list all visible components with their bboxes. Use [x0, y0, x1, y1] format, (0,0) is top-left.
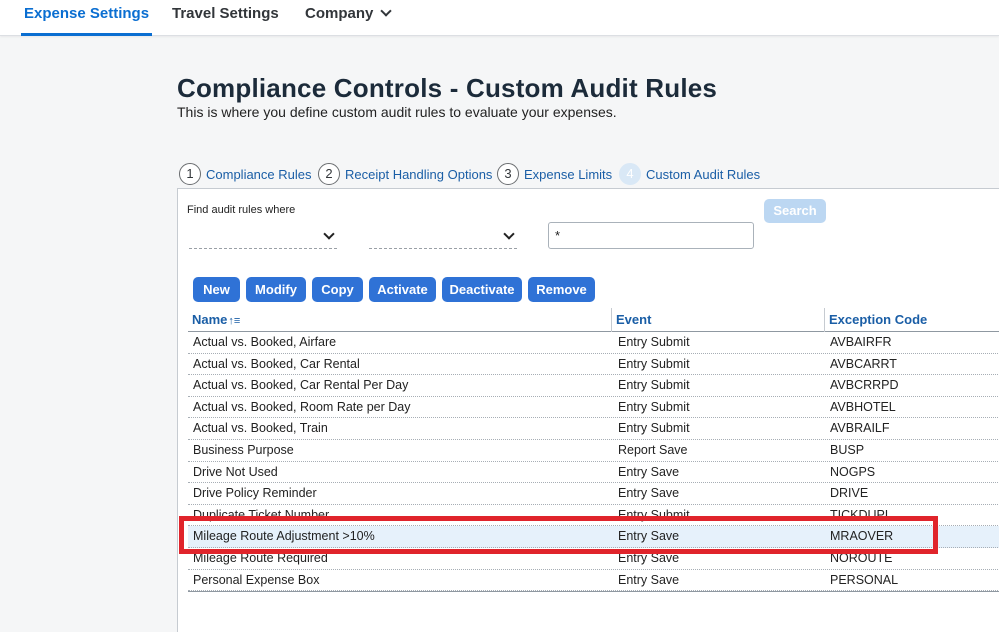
step-label: Expense Limits [524, 166, 613, 182]
cell-code: NOROUTE [830, 550, 893, 565]
cell-event: Entry Save [618, 572, 680, 587]
cell-event: Entry Submit [618, 378, 690, 393]
table-row[interactable]: Actual vs. Booked, Room Rate per Day Entr… [188, 397, 999, 419]
table-row[interactable]: Actual vs. Booked, Train Entry Submit AVBR… [188, 418, 999, 440]
chevron-down-icon [380, 5, 393, 17]
operator-select[interactable] [369, 225, 517, 249]
table-row[interactable]: Mileage Route Adjustment >10% Entry Save M… [188, 526, 999, 548]
cell-event: Entry Submit [618, 399, 690, 414]
cell-name: Actual vs. Booked, Airfare [193, 335, 337, 349]
step-compliance-rules[interactable]: 1 Compliance Rules [179, 163, 312, 185]
step-label: Compliance Rules [206, 166, 312, 182]
chevron-down-icon [503, 228, 515, 240]
cell-name: Actual vs. Booked, Room Rate per Day [193, 399, 411, 414]
cell-name: Mileage Route Adjustment >10% [193, 529, 375, 544]
cell-code: AVBAIRFR [830, 335, 892, 349]
cell-code: AVBHOTEL [830, 399, 896, 414]
table-row[interactable]: Actual vs. Booked, Car Rental Entry Submi… [188, 354, 999, 376]
column-header-name[interactable]: Name↑≡ [188, 308, 611, 332]
table-row[interactable]: Mileage Route Required Entry Save NOROUTE [188, 548, 999, 570]
table-row[interactable]: Drive Not Used Entry Save NOGPS [188, 462, 999, 484]
cell-name: Personal Expense Box [193, 572, 320, 587]
column-header-name-label: Name [192, 312, 228, 327]
cell-event: Entry Submit [618, 356, 690, 371]
page-subtitle: This is where you define custom audit ru… [177, 104, 617, 120]
page-title: Compliance Controls - Custom Audit Rules [177, 73, 718, 103]
cell-code: AVBRAILF [830, 421, 890, 436]
field-select[interactable] [189, 225, 337, 249]
cell-code: MRAOVER [830, 529, 894, 544]
copy-button[interactable]: Copy [312, 277, 363, 302]
find-rules-label: Find audit rules where [187, 204, 296, 216]
cell-name: Drive Policy Reminder [193, 486, 317, 501]
table-row[interactable]: Personal Expense Box Entry Save PERSONAL [188, 570, 999, 592]
step-number-current: 4 [619, 163, 641, 185]
cell-name: Business Purpose [193, 442, 294, 457]
cell-code: TICKDUPL [830, 507, 892, 522]
cell-event: Entry Submit [618, 507, 690, 522]
column-header-event[interactable]: Event [611, 308, 824, 332]
step-label: Receipt Handling Options [345, 166, 493, 182]
cell-name: Actual vs. Booked, Car Rental Per Day [193, 378, 409, 393]
cell-event: Entry Save [618, 486, 680, 501]
tab-travel-settings[interactable]: Travel Settings [172, 0, 279, 36]
cell-code: PERSONAL [830, 572, 899, 587]
activate-button[interactable]: Activate [369, 277, 436, 302]
step-number: 2 [318, 163, 340, 185]
step-label: Custom Audit Rules [646, 166, 761, 182]
chevron-down-icon [323, 228, 335, 240]
deactivate-button[interactable]: Deactivate [442, 277, 522, 302]
cell-event: Entry Save [618, 550, 680, 565]
tab-company-label: Company [305, 5, 374, 22]
cell-code: AVBCARRT [830, 356, 897, 371]
cell-name: Actual vs. Booked, Train [193, 421, 328, 436]
cell-code: AVBCRRPD [830, 378, 899, 393]
audit-rules-table: Name↑≡ Event Exception Code Actual vs. B… [188, 308, 999, 593]
table-row[interactable]: Actual vs. Booked, Airfare Entry Submit AV… [188, 332, 999, 354]
cell-name: Duplicate Ticket Number [193, 507, 330, 522]
step-number: 3 [497, 163, 519, 185]
table-row[interactable]: Actual vs. Booked, Car Rental Per Day Ent… [188, 375, 999, 397]
new-button[interactable]: New [193, 277, 240, 302]
step-receipt-handling-options[interactable]: 2 Receipt Handling Options [318, 163, 492, 185]
audit-rules-panel: Find audit rules where * Search New Modi… [177, 188, 999, 632]
column-header-exception-code[interactable]: Exception Code [824, 308, 999, 332]
cell-code: BUSP [830, 442, 865, 457]
cell-name: Drive Not Used [193, 464, 278, 479]
search-button[interactable]: Search [764, 199, 826, 223]
table-row[interactable]: Duplicate Ticket Number Entry Submit TICKD… [188, 505, 999, 527]
table-header: Name↑≡ Event Exception Code [188, 308, 999, 332]
step-number: 1 [179, 163, 201, 185]
remove-button[interactable]: Remove [528, 277, 595, 302]
sort-ascending-icon[interactable]: ↑≡ [228, 315, 240, 327]
table-body: Actual vs. Booked, Airfare Entry Submit AV… [188, 332, 999, 592]
cell-name: Mileage Route Required [193, 550, 328, 565]
table-row[interactable]: Drive Policy Reminder Entry Save DRIVE [188, 483, 999, 505]
cell-event: Report Save [618, 442, 688, 457]
tab-expense-settings[interactable]: Expense Settings [20, 0, 153, 36]
step-custom-audit-rules[interactable]: 4 Custom Audit Rules [619, 163, 760, 185]
cell-event: Entry Submit [618, 335, 690, 349]
cell-event: Entry Submit [618, 421, 690, 436]
cell-event: Entry Save [618, 529, 680, 544]
step-expense-limits[interactable]: 3 Expense Limits [497, 163, 612, 185]
search-input[interactable]: * [548, 222, 754, 249]
table-row[interactable]: Business Purpose Report Save BUSP [188, 440, 999, 462]
modify-button[interactable]: Modify [246, 277, 306, 302]
cell-code: DRIVE [830, 486, 869, 501]
cell-name: Actual vs. Booked, Car Rental [193, 356, 360, 371]
top-navigation: Expense Settings Travel Settings Company [0, 0, 999, 36]
tab-company[interactable]: Company [305, 0, 393, 36]
cell-event: Entry Save [618, 464, 680, 479]
cell-code: NOGPS [830, 464, 876, 479]
